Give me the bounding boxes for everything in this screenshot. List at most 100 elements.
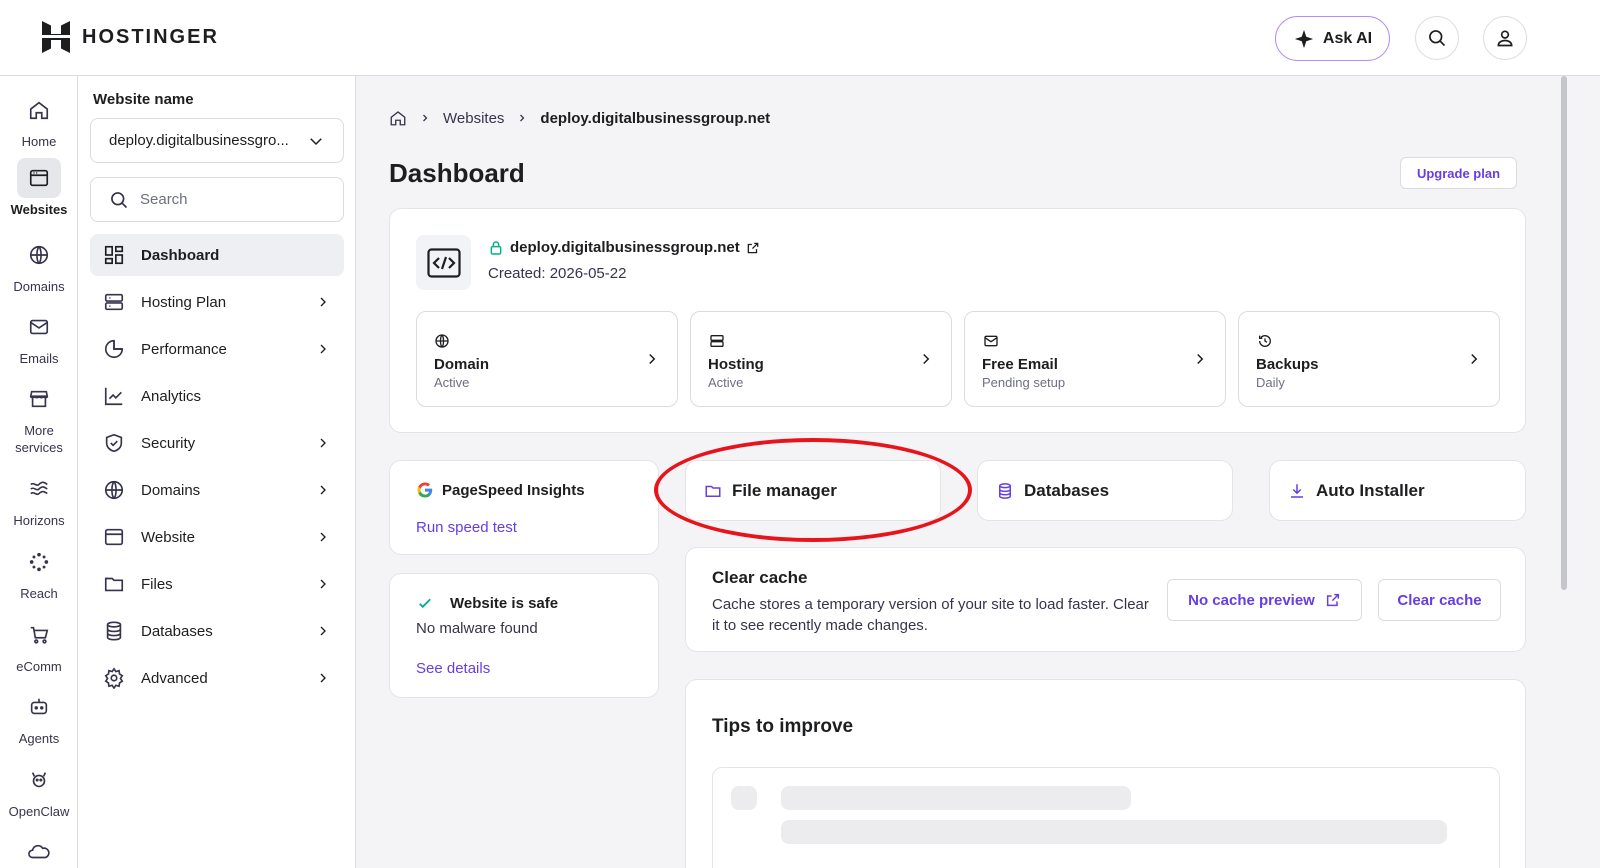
sidebar-item-security[interactable]: Security xyxy=(90,422,344,464)
sidebar-item-label: Domains xyxy=(141,481,201,499)
hostinger-logo[interactable]: HOSTINGER xyxy=(42,21,219,53)
chevron-right-icon xyxy=(320,485,326,495)
code-icon xyxy=(426,247,461,278)
chevron-right-icon xyxy=(320,438,326,448)
rail-horizons[interactable]: Horizons xyxy=(0,469,78,529)
no-cache-preview-label: No cache preview xyxy=(1188,591,1315,609)
rail-more-item[interactable] xyxy=(0,832,78,868)
rail-label: OpenClaw xyxy=(8,804,70,819)
domain-status-card[interactable]: Domain Active xyxy=(416,311,678,407)
sidebar-item-label: Hosting Plan xyxy=(141,293,227,311)
sidebar-item-domains[interactable]: Domains xyxy=(90,469,344,511)
globe-icon xyxy=(104,480,124,500)
check-icon xyxy=(419,598,431,609)
sidebar-item-label: Dashboard xyxy=(141,246,220,264)
rail-agents[interactable]: Agents xyxy=(0,687,78,747)
upgrade-plan-button[interactable]: Upgrade plan xyxy=(1400,157,1517,189)
lock-icon xyxy=(490,240,502,255)
no-cache-preview-button[interactable]: No cache preview xyxy=(1167,579,1362,621)
account-button[interactable] xyxy=(1483,16,1527,60)
tips-card: Tips to improve xyxy=(685,679,1526,868)
hosting-status-card[interactable]: Hosting Active xyxy=(690,311,952,407)
selected-website: deploy.digitalbusinessgro... xyxy=(109,132,289,149)
sidebar-item-label: Analytics xyxy=(141,387,202,405)
file-manager-card[interactable]: File manager xyxy=(685,460,941,521)
rail-ecomm[interactable]: eComm xyxy=(0,615,78,675)
rail-openclaw[interactable]: OpenClaw xyxy=(0,760,78,820)
home-icon[interactable] xyxy=(389,109,407,127)
pagespeed-card: PageSpeed Insights Run speed test xyxy=(389,460,659,555)
ask-ai-button[interactable]: Ask AI xyxy=(1275,16,1390,61)
rail-more-services[interactable]: More services xyxy=(0,379,78,456)
rail-reach[interactable]: Reach xyxy=(0,542,78,602)
server-icon xyxy=(710,335,724,347)
breadcrumb-websites[interactable]: Websites xyxy=(443,110,504,127)
shield-icon xyxy=(105,433,123,453)
skeleton-icon xyxy=(731,786,757,810)
chevron-right-icon xyxy=(649,353,656,365)
websites-icon xyxy=(29,169,49,187)
sidebar-item-dashboard[interactable]: Dashboard xyxy=(90,234,344,276)
chevron-right-icon xyxy=(320,297,326,307)
status-card-title: Free Email xyxy=(982,356,1058,373)
search-icon xyxy=(1429,30,1446,47)
status-card-status: Active xyxy=(434,375,470,390)
rail-label: Home xyxy=(21,134,57,149)
clear-cache-button[interactable]: Clear cache xyxy=(1378,579,1501,621)
rail-websites[interactable]: Websites xyxy=(0,158,78,218)
run-speed-test-link[interactable]: Run speed test xyxy=(416,519,517,536)
sidebar-item-label: Databases xyxy=(141,622,213,640)
cache-description: Cache stores a temporary version of your… xyxy=(712,596,1149,634)
sidebar-item-label: Security xyxy=(141,434,196,452)
download-icon xyxy=(1291,483,1303,498)
page-title: Dashboard xyxy=(389,158,525,188)
sidebar-item-files[interactable]: Files xyxy=(90,563,344,605)
sparkle-icon xyxy=(1294,29,1314,48)
sidebar-item-advanced[interactable]: Advanced xyxy=(90,657,344,699)
status-card-title: Backups xyxy=(1256,356,1319,373)
sidebar-item-analytics[interactable]: Analytics xyxy=(90,375,344,417)
website-name-label: Website name xyxy=(93,91,194,108)
folder-icon xyxy=(705,485,721,497)
security-card: Website is safe No malware found See det… xyxy=(389,573,659,698)
mail-icon xyxy=(984,335,998,347)
rail-label: Horizons xyxy=(13,513,65,528)
search-icon xyxy=(111,191,128,208)
databases-label: Databases xyxy=(1024,480,1110,500)
auto-installer-card[interactable]: Auto Installer xyxy=(1269,460,1526,521)
sidebar-item-performance[interactable]: Performance xyxy=(90,328,344,370)
backups-status-card[interactable]: Backups Daily xyxy=(1238,311,1500,407)
horizons-icon xyxy=(30,481,48,496)
rail-emails[interactable]: Emails xyxy=(0,307,78,367)
site-domain[interactable]: deploy.digitalbusinessgroup.net xyxy=(488,239,760,256)
scrollbar-thumb[interactable] xyxy=(1561,76,1567,590)
breadcrumb-current: deploy.digitalbusinessgroup.net xyxy=(540,109,771,127)
rail-domains[interactable]: Domains xyxy=(0,235,78,295)
email-status-card[interactable]: Free Email Pending setup xyxy=(964,311,1226,407)
sidebar-item-databases[interactable]: Databases xyxy=(90,610,344,652)
clear-cache-label: Clear cache xyxy=(1397,591,1482,609)
server-icon xyxy=(104,293,124,311)
left-rail: Home Websites Domains Emails More servic… xyxy=(0,76,78,868)
sidebar-item-website[interactable]: Website xyxy=(90,516,344,558)
status-card-status: Daily xyxy=(1256,375,1285,390)
skeleton-line xyxy=(781,820,1447,844)
chevron-right-icon xyxy=(520,114,525,122)
website-select[interactable]: deploy.digitalbusinessgro... xyxy=(90,118,344,163)
databases-card[interactable]: Databases xyxy=(977,460,1233,521)
database-icon xyxy=(106,621,122,641)
mail-icon xyxy=(29,319,49,335)
sidebar-search-input[interactable] xyxy=(140,191,320,208)
sidebar-item-hosting-plan[interactable]: Hosting Plan xyxy=(90,281,344,323)
search-button[interactable] xyxy=(1415,16,1459,60)
cache-title: Clear cache xyxy=(712,568,808,587)
chevron-right-icon xyxy=(320,673,326,683)
browser-icon xyxy=(104,528,124,546)
rail-home[interactable]: Home xyxy=(0,90,78,150)
external-link-icon xyxy=(1326,593,1339,607)
see-details-link[interactable]: See details xyxy=(416,660,490,677)
history-icon xyxy=(1259,334,1271,347)
site-created-date: Created: 2026-05-22 xyxy=(488,265,627,282)
sidebar-search[interactable] xyxy=(90,177,344,222)
tips-loading-panel xyxy=(712,767,1500,868)
